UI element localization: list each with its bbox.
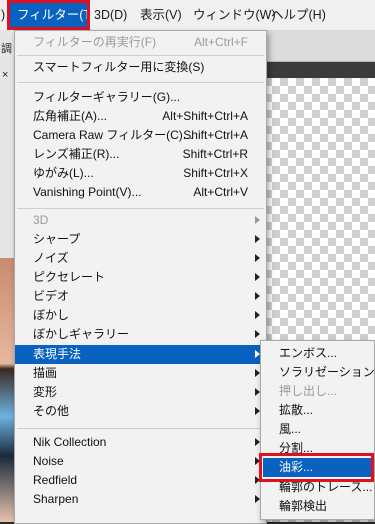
separator xyxy=(17,208,264,209)
chevron-right-icon xyxy=(255,330,260,338)
menu-help[interactable]: ヘルプ(H) xyxy=(271,0,326,30)
menu-item-noise-en[interactable]: Noise xyxy=(15,452,266,471)
tab-close-fragment[interactable]: × xyxy=(2,69,8,81)
menu-item-vanishing-point[interactable]: Vanishing Point(V)... Alt+Ctrl+V xyxy=(15,183,266,202)
chevron-right-icon xyxy=(255,254,260,262)
menu-bar: ) フィルター(T) 3D(D) 表示(V) ウィンドウ(W) ヘルプ(H) xyxy=(0,0,375,31)
chevron-right-icon xyxy=(255,216,260,224)
menu-window[interactable]: ウィンドウ(W) xyxy=(193,0,276,30)
submenu-item-trace-contour[interactable]: 輪郭のトレース... xyxy=(261,478,374,497)
menu-item-nik-collection[interactable]: Nik Collection xyxy=(15,433,266,452)
menu-item-last-filter[interactable]: フィルターの再実行(F) Alt+Ctrl+F xyxy=(15,33,266,52)
menu-item-noise-jp[interactable]: ノイズ xyxy=(15,249,266,268)
chevron-right-icon xyxy=(255,235,260,243)
menu-item-pixelate[interactable]: ピクセレート xyxy=(15,268,266,287)
separator xyxy=(17,55,264,56)
menu-item-lens-correction[interactable]: レンズ補正(R)... Shift+Ctrl+R xyxy=(15,145,266,164)
menu-item-video[interactable]: ビデオ xyxy=(15,287,266,306)
menu-item-filter-gallery[interactable]: フィルターギャラリー(G)... xyxy=(15,88,266,107)
submenu-item-solarize[interactable]: ソラリゼーション xyxy=(261,363,375,382)
menu-item-other[interactable]: その他 xyxy=(15,402,266,421)
submenu-item-oil-paint[interactable]: 油彩... xyxy=(263,458,372,477)
adjustment-label-fragment: 調 xyxy=(1,43,12,55)
menu-item-blur[interactable]: ぼかし xyxy=(15,306,266,325)
menu-item-camera-raw[interactable]: Camera Raw フィルター(C)... Shift+Ctrl+A xyxy=(15,126,266,145)
filter-dropdown-menu: フィルターの再実行(F) Alt+Ctrl+F スマートフィルター用に変換(S)… xyxy=(14,30,267,524)
chevron-right-icon xyxy=(255,311,260,319)
chevron-right-icon xyxy=(255,292,260,300)
menu-item-adaptive-wide-angle[interactable]: 広角補正(A)... Alt+Shift+Ctrl+A xyxy=(15,107,266,126)
submenu-item-wind[interactable]: 風... xyxy=(261,420,374,439)
menu-item-sharpen-en[interactable]: Sharpen xyxy=(15,490,266,509)
menu-item-stylize[interactable]: 表現手法 xyxy=(15,345,266,364)
submenu-item-find-edges[interactable]: 輪郭検出 xyxy=(261,497,374,516)
menu-filter[interactable]: フィルター(T) xyxy=(9,0,95,30)
separator xyxy=(17,428,264,429)
chevron-right-icon xyxy=(255,273,260,281)
menu-item-redfield[interactable]: Redfield xyxy=(15,471,266,490)
photo-edge xyxy=(0,258,14,522)
menu-view[interactable]: 表示(V) xyxy=(140,0,182,30)
menu-item-3d[interactable]: 3D xyxy=(15,211,266,230)
menu-item-sharpen-jp[interactable]: シャープ xyxy=(15,230,266,249)
submenu-item-emboss[interactable]: エンボス... xyxy=(261,344,374,363)
menu-3d[interactable]: 3D(D) xyxy=(94,0,127,30)
stylize-submenu: エンボス... ソラリゼーション 押し出し... 拡散... 風... 分割..… xyxy=(260,340,375,520)
menu-item-liquify[interactable]: ゆがみ(L)... Shift+Ctrl+X xyxy=(15,164,266,183)
menu-item-blur-gallery[interactable]: ぼかしギャラリー xyxy=(15,325,266,344)
menu-edit-partial[interactable]: ) xyxy=(1,0,5,30)
menu-item-distort[interactable]: 変形 xyxy=(15,383,266,402)
submenu-item-extrude[interactable]: 押し出し... xyxy=(261,382,374,401)
submenu-item-diffuse[interactable]: 拡散... xyxy=(261,401,374,420)
submenu-item-tiles[interactable]: 分割... xyxy=(261,439,374,458)
separator xyxy=(17,82,264,83)
menu-item-render[interactable]: 描画 xyxy=(15,364,266,383)
menu-item-smart-filter[interactable]: スマートフィルター用に変換(S) xyxy=(15,58,266,77)
